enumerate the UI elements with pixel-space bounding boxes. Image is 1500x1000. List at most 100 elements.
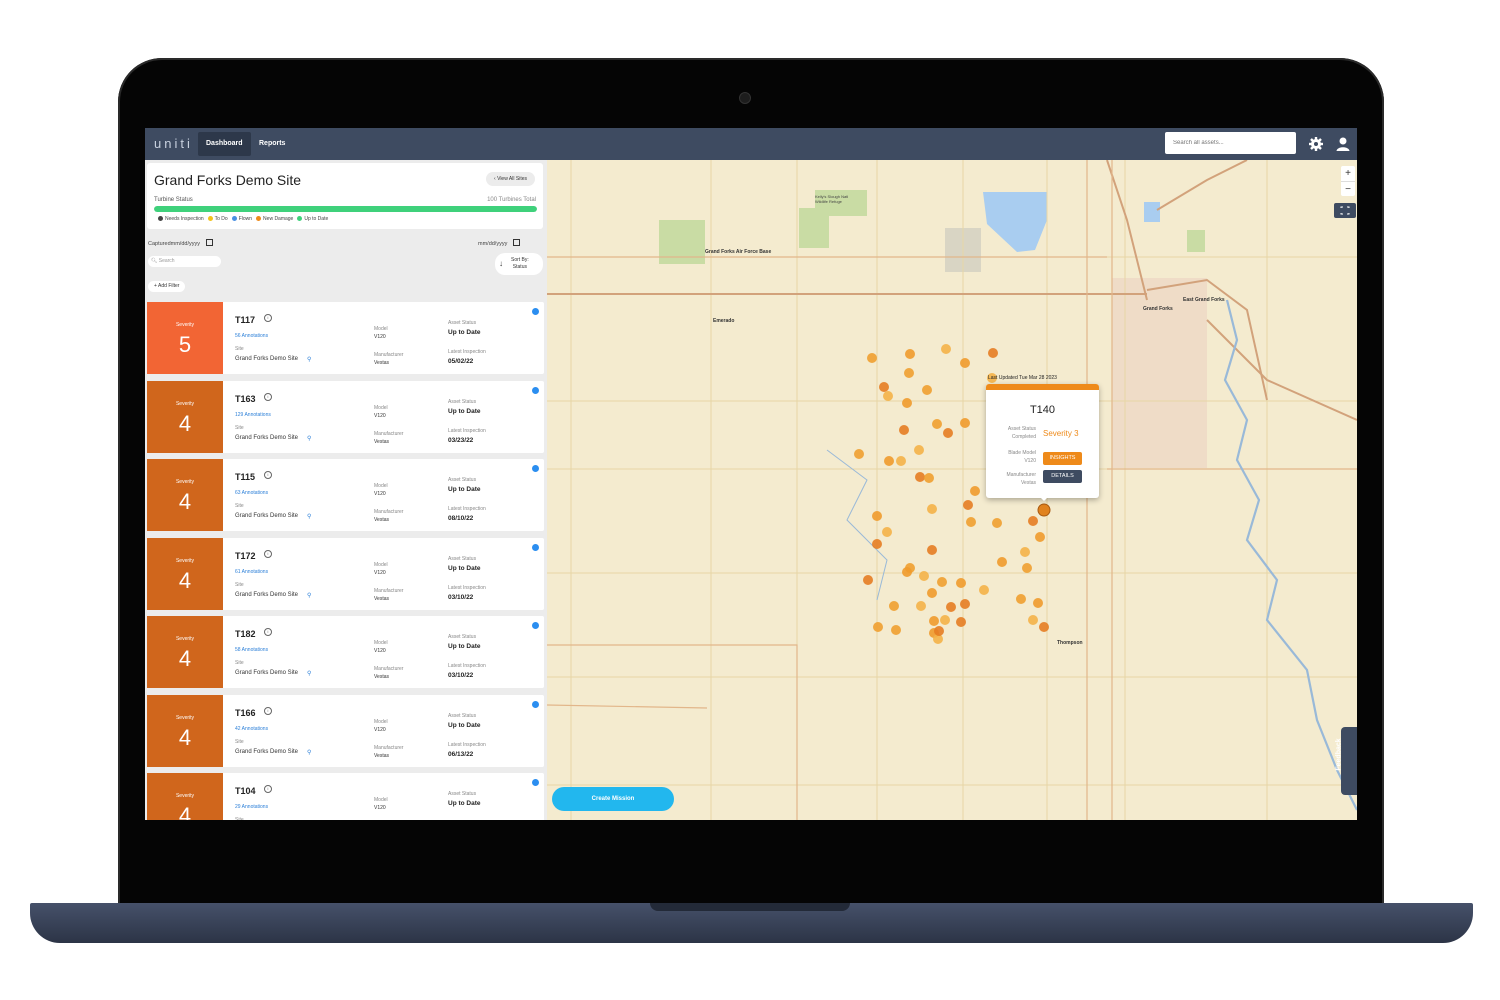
turbine-marker[interactable] [970, 486, 980, 496]
turbine-marker[interactable] [1016, 594, 1026, 604]
info-icon[interactable]: i [264, 628, 272, 636]
turbine-marker[interactable] [872, 539, 882, 549]
turbine-name[interactable]: T115 [235, 472, 255, 482]
fullscreen-button[interactable] [1334, 203, 1356, 218]
turbine-marker[interactable] [902, 398, 912, 408]
turbine-name[interactable]: T104 [235, 786, 256, 796]
turbine-name[interactable]: T163 [235, 394, 256, 404]
search-all-assets-input[interactable] [1165, 132, 1296, 154]
turbine-marker[interactable] [966, 517, 976, 527]
turbine-marker[interactable] [872, 511, 882, 521]
asset-search-input[interactable]: 🔍︎ Search [148, 256, 221, 267]
annotations-link[interactable]: 61 Annotations [235, 569, 268, 575]
add-filter-button[interactable]: + Add Filter [148, 281, 186, 292]
info-icon[interactable]: i [264, 314, 272, 322]
turbine-marker[interactable] [941, 344, 951, 354]
selected-turbine-marker[interactable] [1037, 503, 1051, 517]
turbine-card[interactable]: Severity 4 T172 i 61 Annotations Site Grand Fo… [147, 537, 544, 610]
gear-icon[interactable] [1308, 136, 1324, 152]
turbine-marker[interactable] [919, 571, 929, 581]
turbine-marker[interactable] [927, 588, 937, 598]
date-from-input[interactable]: mm/dd/yyyy [171, 241, 200, 247]
turbine-marker[interactable] [937, 577, 947, 587]
turbine-card[interactable]: Severity 5 T117 i 56 Annotations Site Grand Fo… [147, 302, 544, 374]
turbine-marker[interactable] [963, 500, 973, 510]
turbine-card[interactable]: Severity 4 T115 i 63 Annotations Site Grand Fo… [147, 459, 544, 531]
turbine-name[interactable]: T117 [235, 315, 255, 325]
turbine-marker[interactable] [882, 527, 892, 537]
turbine-marker[interactable] [946, 602, 956, 612]
turbine-marker[interactable] [960, 599, 970, 609]
info-icon[interactable]: i [264, 706, 272, 715]
annotations-link[interactable]: 56 Annotations [235, 333, 268, 339]
turbine-marker[interactable] [1028, 615, 1038, 625]
turbine-marker[interactable] [934, 626, 944, 636]
turbine-marker[interactable] [905, 349, 915, 359]
turbine-marker[interactable] [884, 456, 894, 466]
turbine-marker[interactable] [956, 617, 966, 627]
turbine-marker[interactable] [896, 456, 906, 466]
turbine-marker[interactable] [940, 615, 950, 625]
turbine-marker[interactable] [1033, 598, 1043, 608]
annotations-link[interactable]: 42 Annotations [235, 726, 268, 732]
annotations-link[interactable]: 58 Annotations [235, 647, 268, 653]
turbine-marker[interactable] [889, 601, 899, 611]
turbine-name[interactable]: T182 [235, 629, 256, 639]
info-icon[interactable]: i [264, 471, 272, 479]
user-icon[interactable] [1335, 136, 1351, 152]
annotations-link[interactable]: 63 Annotations [235, 490, 268, 496]
turbine-marker[interactable] [988, 348, 998, 358]
turbine-card[interactable]: Severity4T104i29 AnnotationsSiteGrand Fo… [147, 773, 544, 820]
app-logo[interactable]: uniti [154, 136, 193, 151]
turbine-marker[interactable] [1028, 516, 1038, 526]
turbine-marker[interactable] [916, 601, 926, 611]
sort-by-button[interactable]: ↓ Sort By: Status [495, 253, 543, 275]
search-icon[interactable]: ⚲ [307, 356, 311, 363]
calendar-icon[interactable] [513, 239, 521, 246]
info-icon[interactable]: i [264, 392, 272, 401]
turbine-marker[interactable] [873, 622, 883, 632]
search-icon[interactable]: ⚲ [307, 592, 311, 599]
turbine-marker[interactable] [891, 625, 901, 635]
turbine-name[interactable]: T172 [235, 551, 256, 561]
turbine-card[interactable]: Severity 4 T163 i 129 Annotations Site Grand F… [147, 380, 544, 453]
zoom-in-button[interactable]: + [1341, 166, 1355, 181]
turbine-marker[interactable] [867, 353, 877, 363]
turbine-card[interactable]: Severity 4 T182 i 58 Annotations Site Grand Fo… [147, 616, 544, 688]
turbine-marker[interactable] [979, 585, 989, 595]
turbine-marker[interactable] [960, 418, 970, 428]
turbine-marker[interactable] [915, 472, 925, 482]
map-view[interactable]: Grand Forks Air Force Base Emerado Grand… [547, 160, 1357, 820]
turbine-marker[interactable] [914, 445, 924, 455]
search-icon[interactable]: ⚲ [307, 435, 311, 442]
turbine-marker[interactable] [854, 449, 864, 459]
turbine-marker[interactable] [927, 504, 937, 514]
turbine-marker[interactable] [899, 425, 909, 435]
turbine-marker[interactable] [943, 428, 953, 438]
turbine-marker[interactable] [883, 391, 893, 401]
info-icon[interactable]: i [264, 549, 272, 558]
search-icon[interactable]: ⚲ [307, 749, 311, 756]
view-all-sites-button[interactable]: ‹ View All Sites [486, 172, 535, 186]
turbine-marker[interactable] [932, 419, 942, 429]
zoom-out-button[interactable]: − [1341, 181, 1355, 197]
search-icon[interactable]: ⚲ [307, 513, 311, 520]
turbine-marker[interactable] [997, 557, 1007, 567]
date-to-input[interactable]: mm/dd/yyyy [478, 241, 507, 247]
insights-button[interactable]: INSIGHTS [1043, 452, 1082, 465]
turbine-marker[interactable] [992, 518, 1002, 528]
turbine-marker[interactable] [879, 382, 889, 392]
info-icon[interactable]: i [264, 785, 272, 793]
turbine-marker[interactable] [1039, 622, 1049, 632]
turbine-marker[interactable] [1035, 532, 1045, 542]
turbine-marker[interactable] [922, 385, 932, 395]
turbine-marker[interactable] [1022, 563, 1032, 573]
tab-reports[interactable]: Reports [251, 132, 293, 156]
turbine-marker[interactable] [927, 545, 937, 555]
turbine-marker[interactable] [960, 358, 970, 368]
tab-dashboard[interactable]: Dashboard [198, 132, 251, 156]
turbine-marker[interactable] [1020, 547, 1030, 557]
turbine-name[interactable]: T166 [235, 708, 256, 718]
create-mission-button[interactable]: Create Mission [552, 787, 674, 811]
turbine-marker[interactable] [904, 368, 914, 378]
